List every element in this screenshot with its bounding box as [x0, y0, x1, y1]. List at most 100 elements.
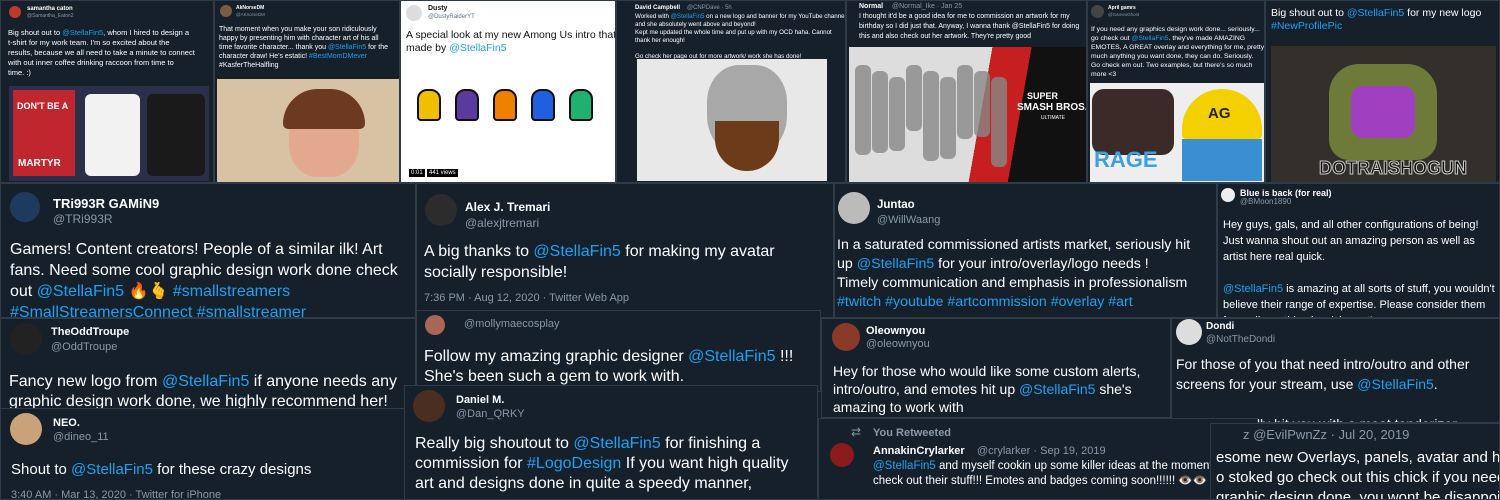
avatar[interactable] [1176, 319, 1202, 345]
mention-link[interactable]: @StellaFin5 [37, 283, 124, 300]
mention-link[interactable]: @StellaFin5 [71, 461, 153, 478]
tweet-card[interactable]: You Retweeted ⇄ AnnakinCrylarker @crylarker… [818, 418, 1258, 500]
author-handle[interactable]: @WillWaang [877, 214, 940, 226]
author-handle[interactable]: @NotTheDondi [1206, 334, 1275, 345]
avatar[interactable] [425, 194, 457, 226]
author-handle[interactable]: @GamesGhost [1108, 12, 1139, 17]
tweet-card[interactable]: Dusty @DustyRaiderYT A special look at my … [400, 0, 616, 183]
mention-link[interactable]: @StellaFin5 [449, 42, 506, 54]
avatar[interactable] [832, 323, 860, 351]
mention-link[interactable]: #LogoDesign [527, 455, 621, 472]
text-segment: EMOTES, A GREAT overlay and everything f… [1091, 44, 1265, 51]
mention-link[interactable]: @StellaFin5 [1357, 376, 1433, 392]
author-name[interactable]: David Campbell [635, 5, 680, 11]
author-name[interactable]: Oleownyou [866, 325, 925, 337]
author-handle[interactable]: z @EvilPwnZz · Jul 20, 2019 [1243, 427, 1409, 442]
mention-link[interactable]: @StellaFin5 [688, 348, 775, 365]
tweet-card[interactable]: Alex J. Tremari @alexjtremari A big thanks… [416, 183, 834, 318]
tweet-card[interactable]: TheOddTroupe @OddTroupe Fancy new logo fro… [0, 318, 416, 410]
tweet-media[interactable] [637, 59, 827, 181]
mention-link[interactable]: @StellaFin5 [1131, 35, 1168, 42]
author-handle[interactable]: @BMoon1890 [1240, 197, 1291, 206]
tweet-card[interactable]: Big shout out to @StellaFin5 for my new … [1265, 0, 1500, 183]
avatar[interactable] [10, 323, 42, 355]
tweet-card[interactable]: @mollymaecosplay Follow my amazing graphi… [416, 310, 821, 392]
mention-link[interactable]: @StellaFin5 [328, 44, 366, 51]
author-handle[interactable]: @AKnorseDM [236, 12, 265, 17]
author-handle[interactable]: @DustyRaiderYT [428, 14, 475, 20]
tweet-card[interactable]: NEO. @dineo_11 Shout to @StellaFin5 for th… [0, 408, 416, 500]
tweet-timestamp[interactable]: 7:36 PM · Aug 12, 2020 · Twitter Web App [424, 292, 629, 304]
author-name[interactable]: samantha caton [27, 6, 73, 12]
author-handle[interactable]: @mollymaecosplay [464, 318, 560, 330]
author-handle[interactable]: @Normal_Ike · Jan 25 [892, 3, 962, 10]
author-handle[interactable]: @Samantha_Eaton2 [27, 13, 74, 19]
author-name[interactable]: Daniel M. [456, 394, 504, 406]
author-name[interactable]: Dusty [428, 5, 447, 12]
author-handle[interactable]: @oleownyou [866, 338, 930, 350]
author-handle[interactable]: @crylarker · Sep 19, 2019 [977, 445, 1106, 457]
tweet-card[interactable]: Blue is back (for real) @BMoon1890 Hey guy… [1217, 183, 1500, 318]
tweet-card[interactable]: Juntao @WillWaang In a saturated commissio… [834, 183, 1217, 318]
mention-link[interactable]: @StellaFin5 [1223, 283, 1283, 295]
avatar[interactable] [9, 6, 21, 18]
tweet-card[interactable]: z @EvilPwnZz · Jul 20, 2019 esome new Ove… [1210, 423, 1500, 500]
tweet-media[interactable] [217, 79, 399, 182]
author-name[interactable]: AnnakinCrylarker [873, 445, 965, 457]
mention-link[interactable]: #NewProfilePic [1271, 20, 1342, 32]
tweet-card[interactable]: samantha caton @Samantha_Eaton2 Big shout … [0, 0, 214, 183]
tweet-card[interactable]: Normal @Normal_Ike · Jan 25 I thought it'd… [846, 0, 1087, 183]
mention-link[interactable]: #twitch #youtube #artcommission #overlay… [837, 294, 1133, 310]
tweet-card[interactable]: Dondi @NotTheDondi For those of you that n… [1171, 318, 1500, 423]
tweet-card[interactable]: TRi993R GAMiN9 @TRi993R Gamers! Content cr… [0, 183, 416, 318]
mention-link[interactable]: @StellaFin5 [873, 460, 936, 472]
author-handle[interactable]: @CNPDave · 5h [687, 5, 732, 11]
mention-link[interactable]: @StellaFin5 [162, 373, 249, 390]
mention-link[interactable]: @StellaFin5 [857, 256, 935, 272]
tweet-media[interactable]: SUPER SMASH BROS. ULTIMATE [849, 47, 1086, 182]
author-name[interactable]: TheOddTroupe [51, 326, 129, 338]
tweet-card[interactable]: David Campbell @CNPDave · 5h Worked with @… [616, 0, 846, 183]
avatar[interactable] [10, 192, 40, 222]
mention-link[interactable]: @StellaFin5 [1019, 381, 1095, 397]
tweet-media[interactable]: DOTRAISHOGUN [1271, 46, 1496, 182]
avatar[interactable] [220, 5, 232, 17]
avatar[interactable] [1091, 5, 1104, 18]
avatar[interactable] [406, 5, 422, 21]
tweet-card[interactable]: AkNorseDM @AKnorseDM That moment when you … [214, 0, 400, 183]
author-name[interactable]: Juntao [877, 199, 915, 211]
mention-link[interactable]: #BestMomDMever [309, 53, 367, 60]
author-name[interactable]: Alex J. Tremari [465, 200, 550, 214]
avatar[interactable] [830, 443, 854, 467]
author-name[interactable]: Normal [859, 3, 883, 10]
mention-link[interactable]: @StellaFin5 [671, 13, 705, 20]
tweet-media[interactable]: DON'T BE A MARTYR [9, 86, 209, 181]
mention-link[interactable]: @StellaFin5 [62, 28, 103, 37]
tweet-timestamp[interactable]: 3:40 AM · Mar 13, 2020 · Twitter for iPh… [11, 489, 221, 499]
author-name[interactable]: NEO. [53, 417, 80, 429]
author-handle[interactable]: @TRi993R [53, 212, 113, 226]
tweet-card[interactable]: Daniel M. @Dan_QRKY Really big shoutout to… [404, 385, 818, 500]
tweet-card[interactable]: April gamrs @GamesGhost If you need any gr… [1087, 0, 1265, 183]
mention-link[interactable]: @StellaFin5 [533, 243, 620, 260]
avatar[interactable] [10, 413, 42, 445]
avatar[interactable] [1221, 188, 1235, 202]
author-handle[interactable]: @dineo_11 [53, 431, 109, 443]
avatar[interactable] [425, 315, 445, 335]
author-name[interactable]: April gamrs [1108, 5, 1136, 11]
author-name[interactable]: Dondi [1206, 321, 1234, 332]
author-handle[interactable]: @OddTroupe [51, 341, 117, 353]
tweet-media[interactable]: 0:01 441 views [405, 59, 615, 181]
mention-link[interactable]: @StellaFin5 [1347, 7, 1404, 19]
author-name[interactable]: AkNorseDM [236, 5, 264, 11]
author-handle[interactable]: @Dan_QRKY [456, 408, 525, 420]
author-name[interactable]: TRi993R GAMiN9 [53, 196, 159, 211]
mention-link[interactable]: #SmallStreamersConnect #smallstreamer [10, 304, 306, 317]
tweet-media[interactable]: RAGE AG [1090, 83, 1264, 182]
mention-link[interactable]: @StellaFin5 [573, 435, 660, 452]
author-handle[interactable]: @alexjtremari [465, 216, 539, 230]
avatar[interactable] [838, 192, 870, 224]
tweet-card[interactable]: Oleownyou @oleownyou Hey for those who wou… [821, 318, 1171, 418]
mention-link[interactable]: #smallstreamers [173, 283, 290, 300]
avatar[interactable] [413, 390, 445, 422]
